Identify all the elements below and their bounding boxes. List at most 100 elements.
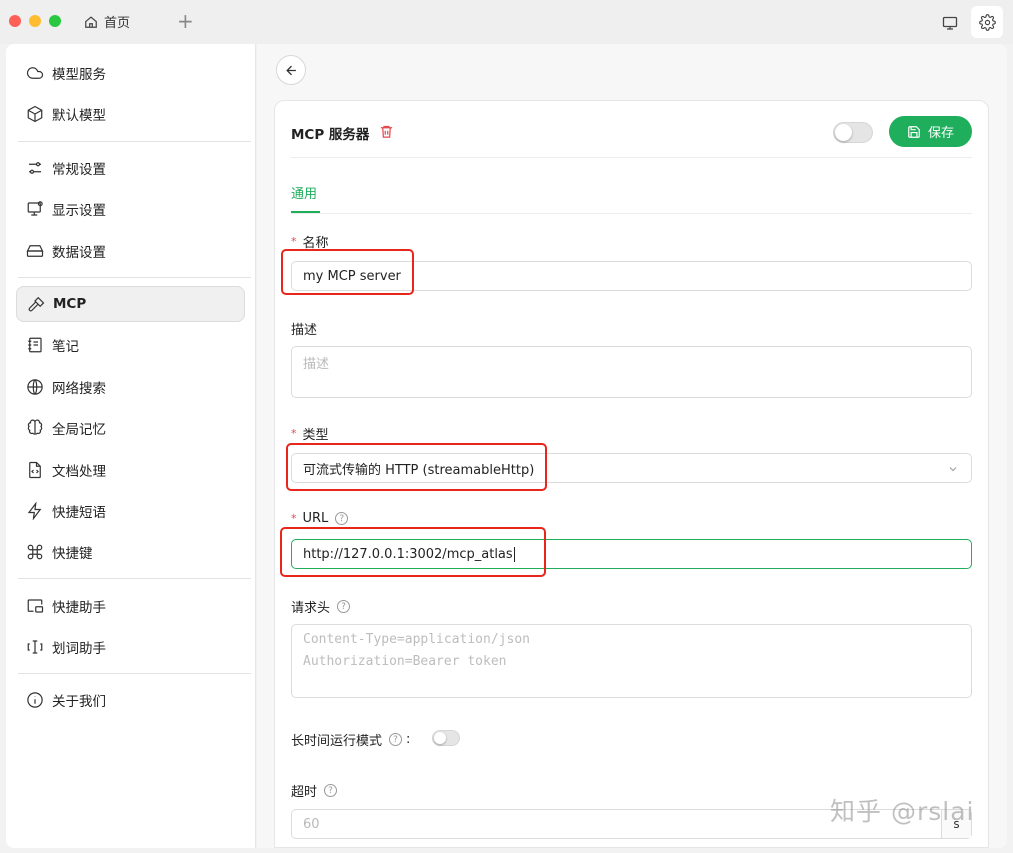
headers-textarea[interactable]: Content-Type=application/json Authorizat… [291,624,972,698]
type-label: * 类型 [291,424,329,443]
sidebar-item-label: 笔记 [52,339,79,355]
sidebar-item-notes[interactable]: 笔记 [16,327,245,363]
cube-icon [27,105,43,123]
sidebar-item-quick-phrases[interactable]: 快捷短语 [16,493,245,529]
description-textarea[interactable]: 描述 [291,346,972,398]
picture-in-picture-icon [27,599,44,613]
url-label-text: URL [302,511,329,526]
settings-sidebar: 模型服务 默认模型 常规设置 显示设置 数据设置 MCP 笔记 网络搜索 全局记… [6,44,256,848]
sidebar-item-about[interactable]: 关于我们 [16,682,245,718]
command-icon [27,544,43,560]
sidebar-item-label: 快捷助手 [52,600,106,616]
annotation-box-name [281,249,414,295]
timeout-label-text: 超时 [291,785,318,800]
long-running-label: 长时间运行模式?: [291,730,410,749]
sidebar-item-data-settings[interactable]: 数据设置 [16,233,245,269]
annotation-box-url [280,527,546,577]
sidebar-item-label: 显示设置 [52,203,106,219]
headers-label-text: 请求头 [291,601,331,616]
sidebar-item-label: 模型服务 [52,67,106,83]
long-running-toggle[interactable] [432,730,460,746]
settings-gear-icon[interactable] [971,6,1003,38]
minimize-window-button[interactable] [29,15,41,27]
arrow-left-icon [285,65,296,75]
add-tab-button[interactable]: + [177,9,194,33]
long-running-colon: : [406,732,411,747]
timeout-placeholder: 60 [303,816,320,832]
sidebar-item-label: 划词助手 [52,641,106,657]
sidebar-item-model-service[interactable]: 模型服务 [16,55,245,91]
sidebar-item-default-model[interactable]: 默认模型 [16,96,245,132]
sidebar-item-label: 常规设置 [52,162,106,178]
description-label-text: 描述 [291,323,318,338]
sidebar-item-display-settings[interactable]: 显示设置 [16,191,245,227]
tabs-divider [291,213,972,214]
annotation-box-type [286,443,547,491]
sidebar-divider [18,578,251,579]
sidebar-item-label: 全局记忆 [52,422,106,438]
hard-drive-icon [26,245,44,257]
help-icon[interactable]: ? [335,512,349,525]
sidebar-item-mcp[interactable]: MCP [16,286,245,322]
file-code-icon [29,461,41,479]
chevron-down-icon [949,467,957,472]
description-placeholder: 描述 [303,357,330,372]
sidebar-item-label: 快捷短语 [52,505,106,521]
long-running-label-text: 长时间运行模式 [291,734,383,749]
watermark-text: 知乎 @rslai [830,797,975,826]
brain-icon [27,419,43,435]
sidebar-divider [18,141,251,142]
sidebar-item-label: 网络搜索 [52,381,106,397]
text-select-icon [27,640,43,654]
header-divider [291,157,972,158]
sidebar-item-label: 快捷键 [52,546,93,562]
sidebar-item-document-processing[interactable]: 文档处理 [16,452,245,488]
sidebar-item-label: 关于我们 [52,694,106,710]
toggle-knob [434,732,446,744]
save-button-label: 保存 [927,126,954,141]
sidebar-item-label: 默认模型 [52,108,106,124]
sidebar-item-global-memory[interactable]: 全局记忆 [16,410,245,446]
sidebar-divider [18,277,251,278]
save-button[interactable]: 保存 [889,116,972,147]
timeout-label: 超时? [291,781,338,800]
hammer-icon [28,296,45,312]
title-bar: 首页 + [0,0,1013,44]
cloud-icon [26,67,44,79]
sidebar-item-selection-assistant[interactable]: 划词助手 [16,629,245,665]
headers-placeholder-line: Content-Type=application/json [303,632,530,647]
sidebar-item-shortcuts[interactable]: 快捷键 [16,534,245,570]
tab-home[interactable]: 首页 [84,12,130,31]
type-label-text: 类型 [302,428,329,443]
sidebar-divider [18,673,251,674]
back-button[interactable] [276,55,306,85]
home-icon [85,15,97,28]
display-icon [27,201,43,216]
sidebar-item-label: 文档处理 [52,464,106,480]
info-icon [27,692,43,708]
tab-home-label: 首页 [104,16,131,31]
help-icon[interactable]: ? [389,733,403,746]
sidebar-item-general-settings[interactable]: 常规设置 [16,150,245,186]
sliders-icon [29,162,41,174]
zap-icon [27,502,42,520]
maximize-window-button[interactable] [49,15,61,27]
url-label: * URL? [291,511,349,526]
trash-icon[interactable] [379,124,394,139]
tab-general[interactable]: 通用 [291,183,317,202]
server-enabled-toggle[interactable] [833,122,873,143]
sidebar-item-label: MCP [53,296,87,312]
close-window-button[interactable] [9,15,21,27]
help-icon[interactable]: ? [337,600,351,613]
notebook-icon [28,337,42,353]
card-title: MCP 服务器 [291,127,370,143]
globe-icon [27,379,43,395]
sidebar-item-label: 数据设置 [52,245,106,261]
headers-label: 请求头? [291,597,351,616]
sidebar-item-web-search[interactable]: 网络搜索 [16,369,245,405]
sidebar-item-quick-assistant[interactable]: 快捷助手 [16,588,245,624]
headers-placeholder-line: Authorization=Bearer token [303,654,507,669]
monitor-icon[interactable] [937,10,963,36]
help-icon[interactable]: ? [324,784,338,797]
save-icon [908,125,920,138]
